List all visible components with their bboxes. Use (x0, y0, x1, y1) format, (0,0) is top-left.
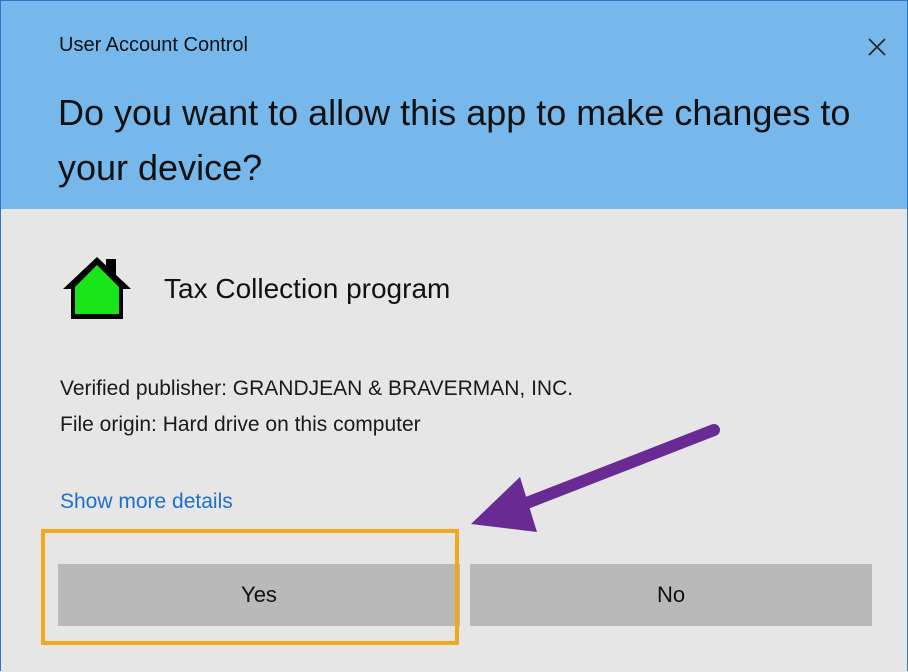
close-button[interactable] (857, 27, 897, 67)
prompt-question: Do you want to allow this app to make ch… (58, 92, 851, 188)
publisher-text: Verified publisher: GRANDJEAN & BRAVERMA… (60, 377, 574, 400)
app-name: Tax Collection program (164, 273, 451, 304)
uac-dialog: User Account Control Do you want to allo… (0, 0, 908, 671)
file-origin-text: File origin: Hard drive on this computer (60, 413, 421, 436)
dialog-header: User Account Control Do you want to allo… (1, 1, 907, 209)
no-button[interactable]: No (470, 564, 872, 626)
green-house-icon (63, 257, 131, 319)
dialog-title: User Account Control (59, 34, 248, 56)
yes-button[interactable]: Yes (58, 564, 460, 626)
show-more-details-link[interactable]: Show more details (60, 490, 233, 514)
close-icon (868, 38, 886, 56)
app-info: Verified publisher: GRANDJEAN & BRAVERMA… (60, 371, 573, 443)
